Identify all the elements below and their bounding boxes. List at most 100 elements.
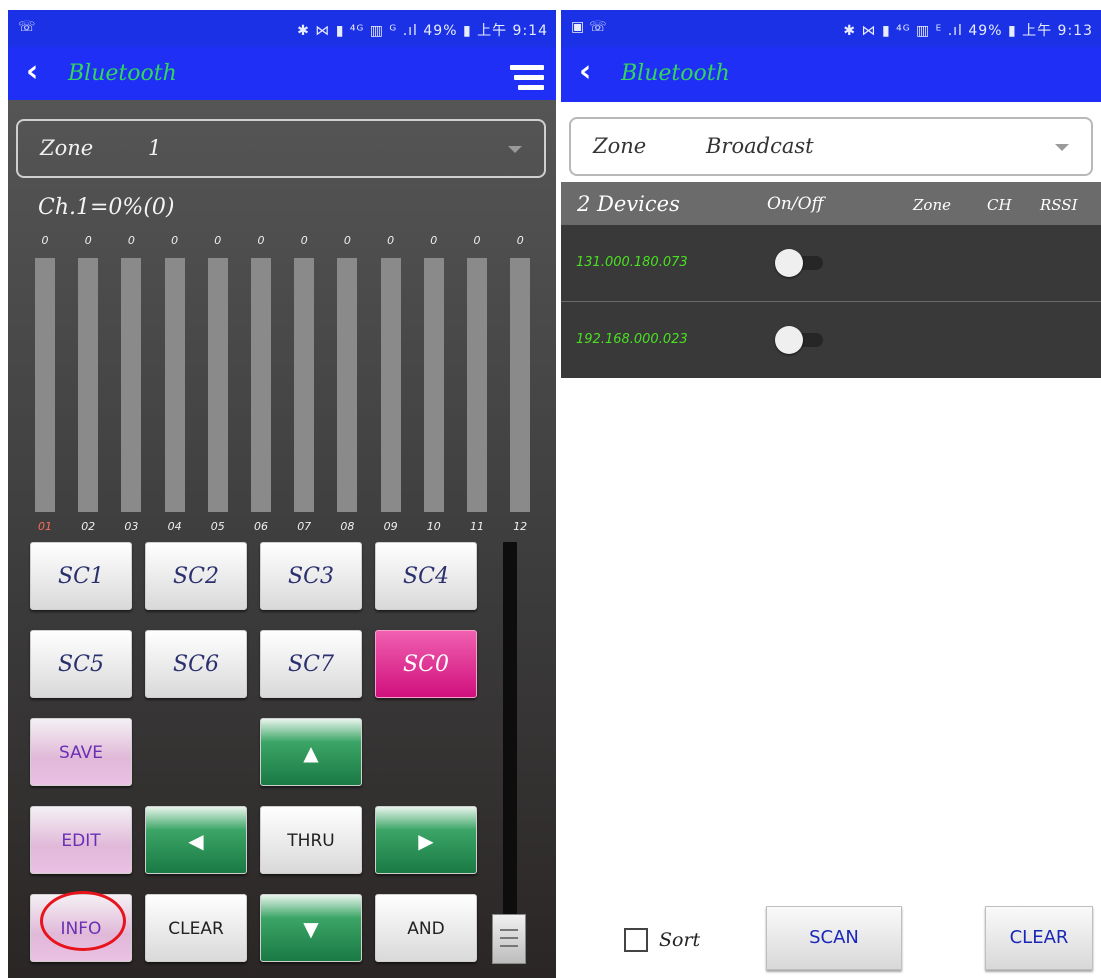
slider-track[interactable] xyxy=(510,258,531,512)
scene-3-button[interactable]: SC3 xyxy=(260,542,362,610)
channel-value: 0 xyxy=(300,234,308,247)
channel-slider[interactable]: 0 03 xyxy=(113,234,149,533)
down-arrow-icon: ▼ xyxy=(303,917,319,941)
scene-0-button[interactable]: SC0 xyxy=(375,630,477,698)
left-screen: ☏ ✱ ⋈ ▮ ⁴ᴳ ▥ ᴳ .ıl 49% ▮ 上午 9:14 ‹ Bluet… xyxy=(8,10,556,978)
channel-slider[interactable]: 0 12 xyxy=(502,234,538,533)
master-fader-handle[interactable] xyxy=(492,914,526,964)
channel-value: 0 xyxy=(171,234,179,247)
clear-button[interactable]: CLEAR xyxy=(985,906,1093,970)
slider-track[interactable] xyxy=(35,258,55,512)
zone-label: Zone xyxy=(40,136,94,160)
channel-value: 0 xyxy=(127,234,135,247)
channel-number: 04 xyxy=(167,520,182,533)
scene-7-button[interactable]: SC7 xyxy=(260,630,362,698)
channel-slider[interactable]: 0 10 xyxy=(416,234,452,533)
channel-slider[interactable]: 0 01 xyxy=(27,234,63,533)
channel-readout: Ch.1=0%(0) xyxy=(38,195,175,220)
device-power-toggle[interactable] xyxy=(775,249,825,277)
channel-number: 07 xyxy=(297,520,312,533)
zone-value: 1 xyxy=(148,136,162,160)
device-address: 131.000.180.073 xyxy=(576,255,688,270)
col-ch: CH xyxy=(987,196,1012,214)
notification-icons: ▣ ☏ xyxy=(571,19,607,35)
channel-number: 11 xyxy=(470,520,484,533)
edit-button[interactable]: EDIT xyxy=(30,806,132,874)
device-address: 192.168.000.023 xyxy=(576,332,688,347)
channel-value: 0 xyxy=(257,234,265,247)
chevron-down-icon xyxy=(1055,144,1069,151)
col-zone: Zone xyxy=(913,196,951,214)
channel-slider[interactable]: 0 05 xyxy=(200,234,236,533)
chevron-down-icon xyxy=(508,146,522,153)
scene-5-button[interactable]: SC5 xyxy=(30,630,132,698)
channel-slider[interactable]: 0 06 xyxy=(243,234,279,533)
col-rssi: RSSI xyxy=(1040,196,1078,214)
slider-track[interactable] xyxy=(251,258,271,512)
slider-track[interactable] xyxy=(78,258,99,512)
up-arrow-icon: ▲ xyxy=(303,741,319,765)
channel-number: 08 xyxy=(340,520,355,533)
channel-value: 0 xyxy=(430,234,438,247)
channel-number: 09 xyxy=(383,520,398,533)
device-row[interactable]: 131.000.180.073 xyxy=(561,224,1101,301)
device-count: 2 Devices xyxy=(577,192,680,216)
channel-number: 01 xyxy=(38,520,52,533)
scene-1-button[interactable]: SC1 xyxy=(30,542,132,610)
channel-value: 0 xyxy=(343,234,351,247)
channel-number: 05 xyxy=(210,520,225,533)
device-row[interactable]: 192.168.000.023 xyxy=(561,301,1101,378)
channel-slider[interactable]: 0 11 xyxy=(459,234,495,533)
thru-button[interactable]: THRU xyxy=(260,806,362,874)
channel-slider[interactable]: 0 09 xyxy=(373,234,409,533)
channel-number: 12 xyxy=(513,520,528,533)
slider-track[interactable] xyxy=(337,258,358,512)
channel-value: 0 xyxy=(214,234,222,247)
down-button[interactable]: ▼ xyxy=(260,894,362,962)
channel-value: 0 xyxy=(473,234,481,247)
zone-dropdown[interactable]: Zone Broadcast xyxy=(569,117,1093,176)
master-fader-track[interactable] xyxy=(503,542,517,932)
app-bar: ‹ Bluetooth xyxy=(561,47,1101,102)
channel-slider[interactable]: 0 07 xyxy=(286,234,322,533)
channel-value: 0 xyxy=(516,234,524,247)
slider-track[interactable] xyxy=(207,258,228,512)
back-arrow-icon[interactable]: ‹ xyxy=(26,57,38,87)
zone-dropdown[interactable]: Zone 1 xyxy=(16,119,546,178)
slider-track[interactable] xyxy=(121,258,142,512)
sort-checkbox[interactable] xyxy=(624,928,648,952)
scene-2-button[interactable]: SC2 xyxy=(145,542,247,610)
channel-value: 0 xyxy=(387,234,395,247)
call-icon: ☏ xyxy=(18,19,36,35)
channel-value: 0 xyxy=(41,234,49,247)
scene-6-button[interactable]: SC6 xyxy=(145,630,247,698)
status-bar: ▣ ☏ ✱ ⋈ ▮ ⁴ᴳ ▥ ᴱ .ıl 49% ▮ 上午 9:13 xyxy=(561,10,1101,47)
device-table-header: 2 Devices On/Off Zone CH RSSI xyxy=(561,182,1101,224)
left-arrow-icon: ◀ xyxy=(188,829,204,853)
slider-track[interactable] xyxy=(467,258,487,512)
save-button[interactable]: SAVE xyxy=(30,718,132,786)
page-title: Bluetooth xyxy=(68,61,177,86)
slider-track[interactable] xyxy=(423,258,444,512)
back-arrow-icon[interactable]: ‹ xyxy=(579,57,591,87)
info-button[interactable]: INFO xyxy=(30,894,132,962)
and-button[interactable]: AND xyxy=(375,894,477,962)
scan-button[interactable]: SCAN xyxy=(766,906,902,970)
menu-icon[interactable] xyxy=(510,65,544,95)
app-bar: ‹ Bluetooth xyxy=(8,47,556,100)
channel-slider[interactable]: 0 08 xyxy=(329,234,365,533)
left-button[interactable]: ◀ xyxy=(145,806,247,874)
channel-slider[interactable]: 0 04 xyxy=(157,234,193,533)
channel-slider[interactable]: 0 02 xyxy=(70,234,106,533)
slider-track[interactable] xyxy=(380,258,401,512)
right-button[interactable]: ▶ xyxy=(375,806,477,874)
up-button[interactable]: ▲ xyxy=(260,718,362,786)
channel-value: 0 xyxy=(84,234,92,247)
channel-number: 10 xyxy=(426,520,441,533)
slider-track[interactable] xyxy=(164,258,185,512)
scene-4-button[interactable]: SC4 xyxy=(375,542,477,610)
clear-button[interactable]: CLEAR xyxy=(145,894,247,962)
slider-track[interactable] xyxy=(294,258,315,512)
device-power-toggle[interactable] xyxy=(775,326,825,354)
sort-label: Sort xyxy=(659,929,701,951)
